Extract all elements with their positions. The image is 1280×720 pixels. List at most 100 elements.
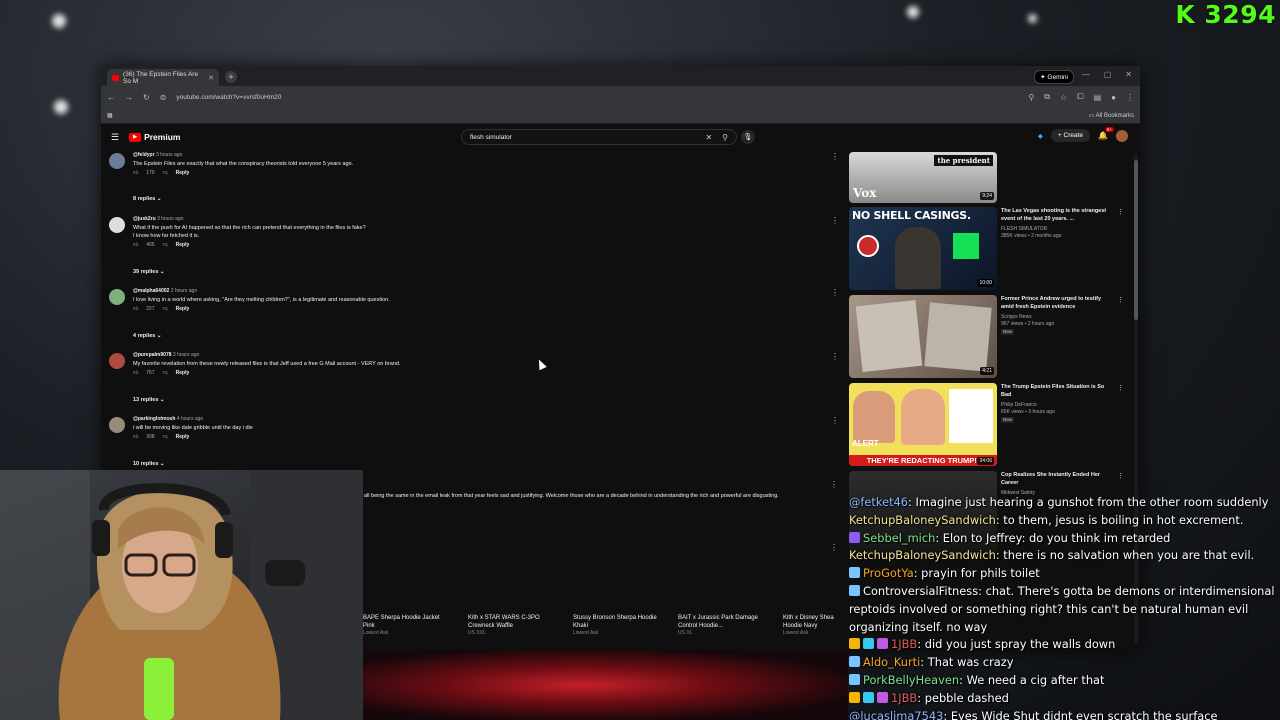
commenter-avatar[interactable]	[109, 153, 125, 169]
chat-username[interactable]: @fetket46	[849, 495, 908, 509]
site-info-icon[interactable]: ⊜	[160, 93, 167, 102]
dislike-icon[interactable]: 👎︎	[163, 242, 168, 250]
video-channel[interactable]: Scripps News	[1001, 314, 1115, 322]
all-bookmarks[interactable]: ▭ All Bookmarks	[1089, 112, 1134, 119]
chat-username[interactable]: KetchupBaloneySandwich	[849, 548, 996, 562]
chat-username[interactable]: Aldo_Kurti	[863, 655, 920, 669]
forward-icon[interactable]: →	[125, 93, 133, 102]
youtube-logo[interactable]: ▶ Premium	[129, 132, 180, 142]
profile-icon[interactable]: ●	[1111, 93, 1116, 102]
ad-item[interactable]: Stussy Bronson Sherpa Hoodie Khaki Lowest…	[573, 614, 658, 637]
video-thumbnail[interactable]: NO SHELL CASINGS. 10:00	[849, 207, 997, 290]
install-icon[interactable]: ⧉	[1044, 92, 1050, 102]
search-icon[interactable]: ⚲	[722, 133, 728, 142]
video-thumbnail[interactable]: the president Vox 9:24	[849, 152, 997, 203]
scrollbar-thumb[interactable]	[1134, 160, 1138, 320]
search-box[interactable]: flesh simulator ✕ ⚲	[461, 129, 737, 145]
minimize-icon[interactable]: —	[1082, 70, 1090, 79]
video-title[interactable]: The Trump Epstein Files Situation is So …	[1001, 383, 1115, 400]
ad-item[interactable]: Kith x STAR WARS C-3PO Crewneck Waffle US…	[468, 614, 553, 637]
chat-username[interactable]: ProGotYa	[863, 566, 914, 580]
like-icon[interactable]: 👍︎	[133, 370, 138, 378]
chat-username[interactable]: ControversialFitness	[863, 584, 978, 598]
close-window-icon[interactable]: ✕	[1125, 70, 1132, 79]
video-card[interactable]: NO SHELL CASINGS. 10:00 The Las Vegas sh…	[849, 207, 1124, 292]
reply-button[interactable]: Reply	[176, 242, 190, 250]
ai-icon[interactable]: ◆	[1038, 132, 1043, 140]
create-button[interactable]: + Create	[1050, 129, 1091, 142]
video-card[interactable]: ALERT THEY'RE REDACTING TRUMP!! 34:06 Th…	[849, 383, 1124, 468]
view-replies-button[interactable]: 10 replies ⌄	[133, 461, 165, 467]
video-title[interactable]: Former Prince Andrew urged to testify am…	[1001, 295, 1115, 312]
chat-username[interactable]: 1JBB	[891, 691, 917, 705]
video-options-icon[interactable]: ⋮	[1117, 296, 1124, 304]
hamburger-menu-icon[interactable]: ☰	[111, 132, 119, 143]
chat-username[interactable]: PorkBellyHeaven	[863, 673, 959, 687]
browser-tab[interactable]: (36) The Epstein Files Are So M ✕	[107, 69, 219, 86]
reply-button[interactable]: Reply	[176, 170, 190, 178]
chat-username[interactable]: @lucaslima7543	[849, 709, 943, 720]
extensions-icon[interactable]: ⧠	[1077, 92, 1083, 102]
account-avatar[interactable]	[1116, 129, 1128, 142]
new-tab-icon[interactable]: +	[225, 71, 237, 83]
comment-options-icon[interactable]: ⋮	[831, 288, 839, 297]
ad-item[interactable]: BAIT x Jurassic Park Damage Control Hood…	[678, 614, 763, 637]
video-channel[interactable]: FLESH SIMULATOR	[1001, 226, 1115, 234]
video-card[interactable]: the president Vox 9:24	[849, 152, 1124, 204]
commenter-avatar[interactable]	[109, 417, 125, 433]
url-field[interactable]: youtube.com/watch?v=vvrsf0oHm20	[176, 94, 1018, 101]
comment-options-icon[interactable]: ⋮	[830, 543, 838, 552]
video-options-icon[interactable]: ⋮	[1117, 384, 1124, 392]
comment-author[interactable]: @malpha64002	[133, 288, 169, 294]
ad-item[interactable]: Kith x Disney Shea Hoodie Navy Lowest Ask	[783, 614, 843, 637]
back-icon[interactable]: ←	[107, 93, 115, 102]
view-replies-button[interactable]: 4 replies ⌄	[133, 333, 161, 339]
like-icon[interactable]: 👍︎	[133, 170, 138, 178]
search-input[interactable]: flesh simulator	[470, 134, 512, 141]
video-card[interactable]: 4:21 Former Prince Andrew urged to testi…	[849, 295, 1124, 380]
video-title[interactable]: Cop Realizes She Instantly Ended Her Car…	[1001, 471, 1115, 488]
commenter-avatar[interactable]	[109, 289, 125, 305]
dislike-icon[interactable]: 👎︎	[163, 370, 168, 378]
view-replies-button[interactable]: 8 replies ⌄	[133, 196, 161, 202]
like-icon[interactable]: 👍︎	[133, 242, 138, 250]
video-channel[interactable]: Philip DeFranco	[1001, 402, 1115, 410]
maximize-icon[interactable]: ▢	[1104, 70, 1112, 79]
video-thumbnail[interactable]: ALERT THEY'RE REDACTING TRUMP!! 34:06	[849, 383, 997, 466]
video-title[interactable]: The Las Vegas shooting is the strangest …	[1001, 207, 1115, 224]
commenter-avatar[interactable]	[109, 217, 125, 233]
video-thumbnail[interactable]: 4:21	[849, 295, 997, 378]
comment-author[interactable]: @jusk2ru	[133, 216, 156, 222]
microphone-icon[interactable]: 🎙	[741, 130, 755, 144]
clear-search-icon[interactable]: ✕	[705, 133, 712, 142]
close-tab-icon[interactable]: ✕	[208, 74, 214, 82]
reload-icon[interactable]: ↻	[143, 93, 150, 102]
comment-options-icon[interactable]: ⋮	[831, 216, 839, 225]
view-replies-button[interactable]: 13 replies ⌄	[133, 397, 165, 403]
comment-author[interactable]: @purepalm9078	[133, 352, 172, 358]
view-replies-button[interactable]: 39 replies ⌄	[133, 269, 165, 275]
ad-item[interactable]: BAPE Sherpa Hoodie Jacket Pink Lowest Ask	[363, 614, 448, 637]
dislike-icon[interactable]: 👎︎	[163, 434, 168, 442]
reply-button[interactable]: Reply	[176, 434, 190, 442]
comment-options-icon[interactable]: ⋮	[831, 352, 839, 361]
comment-author[interactable]: @parkinglotmosh	[133, 416, 175, 422]
apps-grid-icon[interactable]: ▦	[107, 112, 113, 119]
chat-username[interactable]: KetchupBaloneySandwich	[849, 513, 996, 527]
bookmark-star-icon[interactable]: ☆	[1060, 93, 1067, 102]
video-options-icon[interactable]: ⋮	[1117, 472, 1124, 480]
comment-options-icon[interactable]: ⋮	[831, 152, 839, 161]
like-icon[interactable]: 👍︎	[133, 434, 138, 442]
menu-icon[interactable]: ⋮	[1126, 93, 1134, 102]
video-options-icon[interactable]: ⋮	[1117, 208, 1124, 216]
notifications-bell-icon[interactable]: 🔔 9+	[1098, 127, 1114, 140]
chat-username[interactable]: Sebbel_mich	[863, 531, 935, 545]
commenter-avatar[interactable]	[109, 353, 125, 369]
gemini-button[interactable]: ✦ Gemini	[1034, 70, 1074, 84]
chat-username[interactable]: 1JBB	[891, 637, 917, 651]
sidepanel-icon[interactable]: ▤	[1094, 93, 1102, 102]
reply-button[interactable]: Reply	[176, 306, 190, 314]
like-icon[interactable]: 👍︎	[133, 306, 138, 314]
zoom-icon[interactable]: ⚲	[1028, 93, 1034, 102]
reply-button[interactable]: Reply	[176, 370, 190, 378]
